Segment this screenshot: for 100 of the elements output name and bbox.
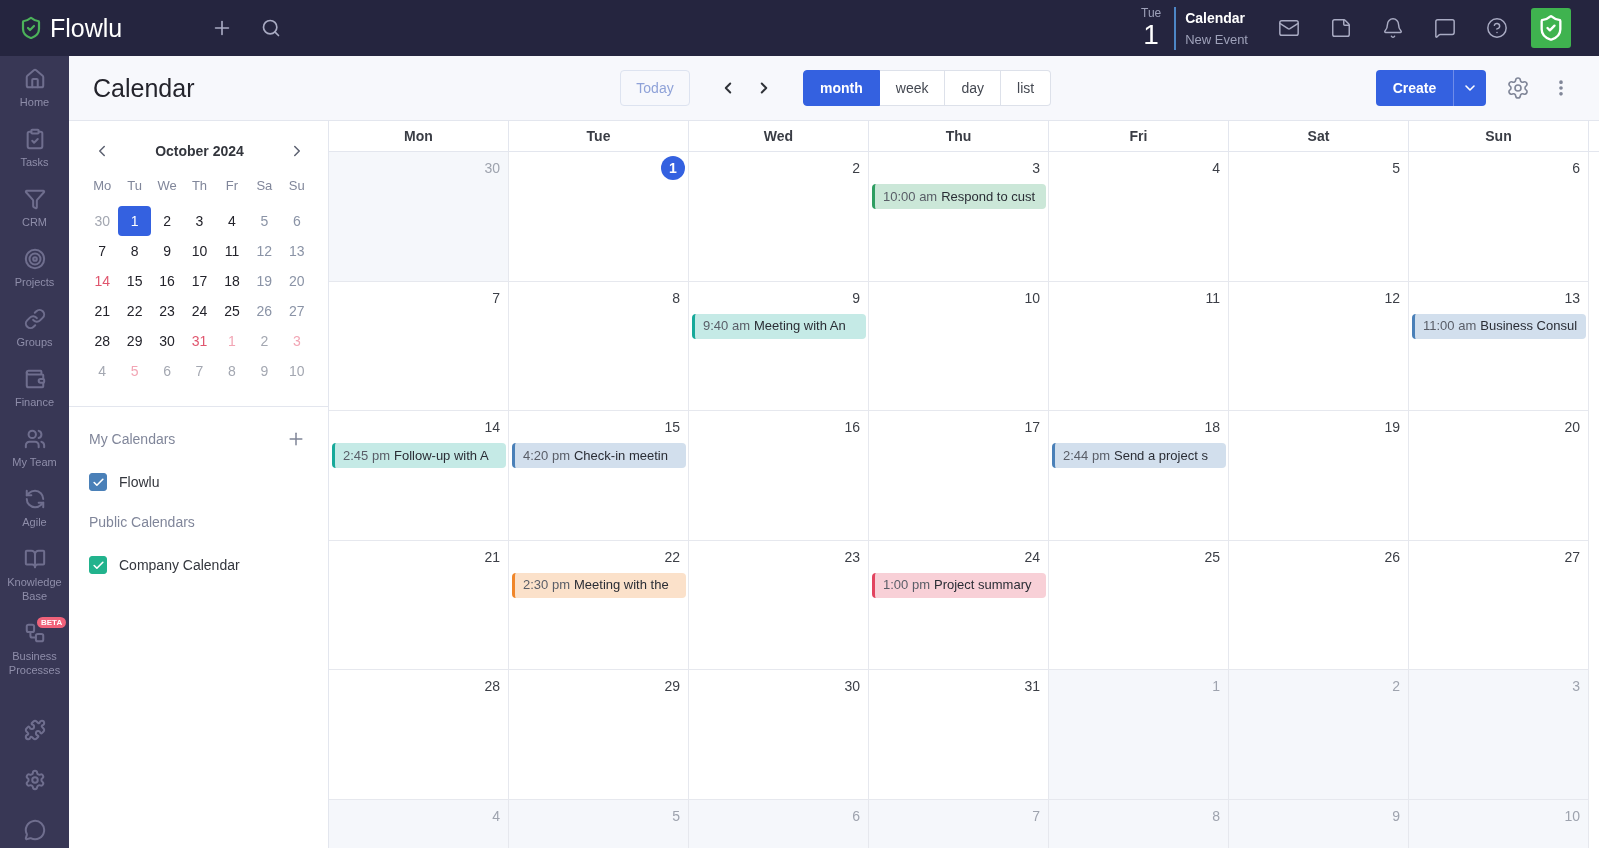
- page-title: Calendar: [93, 73, 196, 103]
- event-chip[interactable]: 4:20 pm Check-in meetin: [512, 443, 686, 468]
- sidebar-item[interactable]: CRM: [0, 176, 69, 236]
- mini-day[interactable]: 2: [150, 206, 184, 236]
- mini-day[interactable]: 18: [215, 266, 249, 296]
- sidebar-item[interactable]: Groups: [0, 296, 69, 356]
- settings-icon[interactable]: [1506, 76, 1530, 100]
- sidebar-item[interactable]: Agile: [0, 476, 69, 536]
- day-number: 30: [844, 677, 860, 695]
- mini-day[interactable]: 23: [150, 296, 184, 326]
- search-icon[interactable]: [261, 18, 282, 38]
- mini-day[interactable]: 10: [183, 236, 216, 266]
- mini-day[interactable]: 7: [86, 236, 119, 266]
- calendar-name: Company Calendar: [119, 556, 240, 575]
- wallet-icon: [23, 368, 46, 390]
- mini-day[interactable]: 22: [118, 296, 151, 326]
- event-chip[interactable]: 2:44 pm Send a project s: [1052, 443, 1226, 468]
- mini-day[interactable]: 3: [183, 206, 216, 236]
- avatar-button[interactable]: [1531, 8, 1571, 48]
- sidebar-item[interactable]: Finance: [0, 356, 69, 416]
- view-tab[interactable]: week: [879, 70, 946, 106]
- sidebar-item[interactable]: Projects: [0, 236, 69, 296]
- mini-day[interactable]: 21: [86, 296, 119, 326]
- section-title: Public Calendars: [89, 513, 195, 532]
- mini-day[interactable]: 31: [183, 326, 216, 356]
- day-number: 29: [664, 677, 680, 695]
- create-button[interactable]: Create: [1376, 70, 1453, 106]
- date-day: 1: [1143, 20, 1159, 49]
- mini-day[interactable]: 4: [215, 206, 249, 236]
- section-title: My Calendars: [89, 430, 176, 449]
- mail-icon[interactable]: [1278, 17, 1300, 39]
- checkbox[interactable]: [89, 556, 107, 574]
- day-number: 31: [1024, 677, 1040, 695]
- mini-day[interactable]: 20: [280, 266, 313, 296]
- mini-day[interactable]: 13: [280, 236, 313, 266]
- mini-day[interactable]: 12: [248, 236, 281, 266]
- sidebar-item[interactable]: Tasks: [0, 116, 69, 176]
- mini-day[interactable]: 5: [248, 206, 281, 236]
- event-chip[interactable]: 11:00 am Business Consul: [1412, 313, 1586, 339]
- mini-day[interactable]: 28: [86, 326, 119, 356]
- mini-day[interactable]: 14: [86, 266, 119, 296]
- mini-day[interactable]: 16: [150, 266, 184, 296]
- bell-icon[interactable]: [1382, 17, 1404, 39]
- event-chip[interactable]: 10:00 am Respond to cust: [872, 184, 1046, 209]
- new-event-link[interactable]: New Event: [1185, 30, 1248, 48]
- sidebar-item[interactable]: Knowledge Base: [0, 536, 69, 610]
- note-icon[interactable]: [1330, 17, 1352, 39]
- house-icon: [23, 68, 46, 90]
- help-icon[interactable]: [1486, 17, 1508, 39]
- mini-day[interactable]: 17: [183, 266, 216, 296]
- mini-day[interactable]: 8: [118, 236, 151, 266]
- day-number: 11: [1205, 288, 1220, 307]
- beta-badge: BETA: [37, 617, 67, 628]
- day-number: 2: [852, 159, 860, 177]
- view-tab[interactable]: list: [1001, 70, 1052, 106]
- chat-icon[interactable]: [1434, 17, 1456, 39]
- logo-text: Flowlu: [50, 13, 123, 43]
- mini-day[interactable]: 27: [280, 296, 313, 326]
- day-number: 12: [1384, 288, 1400, 307]
- day-number: 4: [492, 806, 500, 825]
- view-tab[interactable]: day: [945, 70, 1002, 106]
- event-chip[interactable]: 9:40 am Meeting with An: [692, 313, 866, 339]
- mini-day[interactable]: 9: [150, 236, 184, 266]
- mini-day[interactable]: 1: [118, 206, 151, 236]
- view-tab[interactable]: month: [803, 70, 880, 106]
- day-number: 7: [492, 288, 500, 307]
- check-icon: [91, 558, 105, 572]
- weekday-label: Mon: [404, 126, 433, 146]
- day-number: 8: [672, 288, 680, 307]
- event-chip[interactable]: 2:30 pm Meeting with the: [512, 572, 686, 598]
- sidebar-item[interactable]: BETA Business Processes: [0, 610, 69, 684]
- weekday-label: Th: [191, 177, 208, 196]
- mini-day[interactable]: 15: [118, 266, 151, 296]
- event-chip[interactable]: 1:00 pm Project summary: [872, 572, 1046, 598]
- weekday-label: Sa: [256, 177, 273, 196]
- day-number: 9: [1392, 806, 1400, 825]
- day-number: 19: [1384, 418, 1400, 436]
- day-number: 26: [1384, 547, 1400, 566]
- mini-day[interactable]: 30: [150, 326, 184, 356]
- mini-day[interactable]: 6: [280, 206, 313, 236]
- mini-day[interactable]: 26: [248, 296, 281, 326]
- sidebar-item[interactable]: My Team: [0, 416, 69, 476]
- weekday-label: We: [157, 177, 177, 196]
- day-number: 1: [1212, 677, 1220, 695]
- mini-day[interactable]: 19: [248, 266, 281, 296]
- create-menu-button[interactable]: [1453, 70, 1486, 106]
- link-icon: [23, 308, 46, 330]
- day-number: 16: [844, 418, 860, 436]
- check-icon: [91, 475, 105, 489]
- day-number: 21: [484, 547, 500, 566]
- mini-day[interactable]: 11: [215, 236, 249, 266]
- day-number: 2: [1392, 677, 1400, 695]
- sidebar-item[interactable]: Home: [0, 56, 69, 116]
- mini-day[interactable]: 29: [118, 326, 151, 356]
- mini-day[interactable]: 24: [183, 296, 216, 326]
- day-number: 22: [664, 547, 680, 566]
- checkbox[interactable]: [89, 473, 107, 491]
- day-number: 18: [1204, 418, 1220, 436]
- event-chip[interactable]: 2:45 pm Follow-up with A: [332, 443, 506, 468]
- mini-day[interactable]: 25: [215, 296, 249, 326]
